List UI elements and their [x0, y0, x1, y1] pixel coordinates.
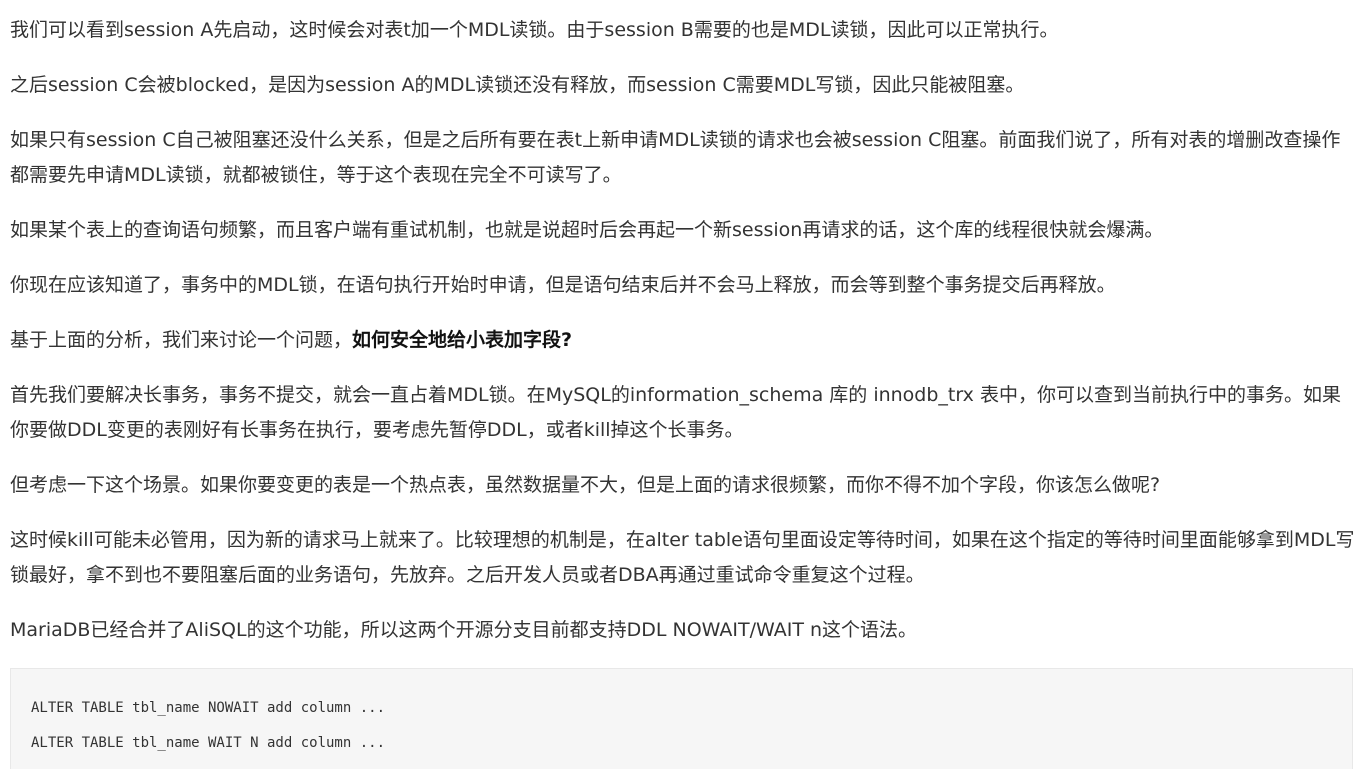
question-intro-text: 基于上面的分析，我们来讨论一个问题， [10, 329, 353, 351]
paragraph-question: 基于上面的分析，我们来讨论一个问题，如何安全地给小表加字段? [10, 323, 1355, 358]
code-block: ALTER TABLE tbl_name NOWAIT add column .… [10, 668, 1353, 769]
paragraph-alter-wait: 这时候kill可能未必管用，因为新的请求马上就来了。比较理想的机制是，在alte… [10, 529, 1355, 586]
paragraph-mariadb-support: MariaDB已经合并了AliSQL的这个功能，所以这两个开源分支目前都支持DD… [10, 619, 918, 641]
paragraph-session-c-blocked: 之后session C会被blocked，是因为session A的MDL读锁还… [10, 74, 1025, 96]
code-line-nowait: ALTER TABLE tbl_name NOWAIT add column .… [31, 700, 386, 716]
paragraph-session-a: 我们可以看到session A先启动，这时候会对表t加一个MDL读锁。由于ses… [10, 19, 1059, 41]
question-bold-text: 如何安全地给小表加字段? [352, 329, 573, 351]
paragraph-retry-mechanism: 如果某个表上的查询语句频繁，而且客户端有重试机制，也就是说超时后会再起一个新se… [10, 219, 1164, 241]
code-line-wait: ALTER TABLE tbl_name WAIT N add column .… [31, 735, 386, 751]
paragraph-hot-table: 但考虑一下这个场景。如果你要变更的表是一个热点表，虽然数据量不大，但是上面的请求… [10, 474, 1161, 496]
paragraph-read-lock-blocked: 如果只有session C自己被阻塞还没什么关系，但是之后所有要在表t上新申请M… [10, 129, 1341, 186]
paragraph-long-transaction: 首先我们要解决长事务，事务不提交，就会一直占着MDL锁。在MySQL的infor… [10, 384, 1341, 441]
paragraph-mdl-release: 你现在应该知道了，事务中的MDL锁，在语句执行开始时申请，但是语句结束后并不会马… [10, 274, 1116, 296]
